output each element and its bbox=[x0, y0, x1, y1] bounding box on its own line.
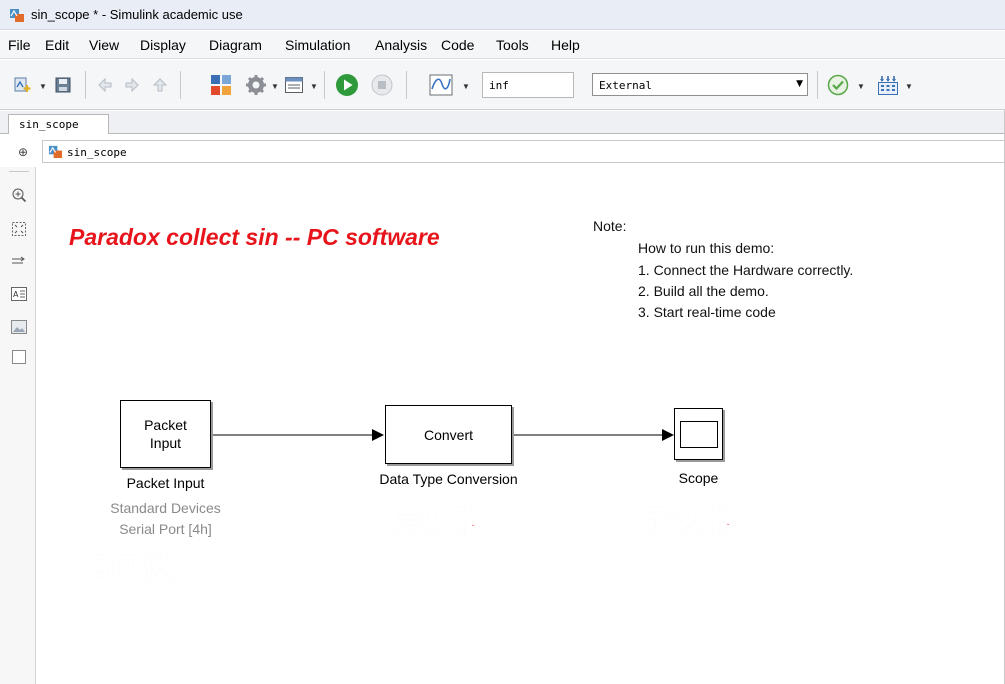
note-step-3: 3. Start real-time code bbox=[638, 304, 776, 320]
run-icon[interactable] bbox=[334, 73, 360, 97]
menu-display[interactable]: Display bbox=[140, 37, 186, 53]
forward-icon[interactable] bbox=[121, 73, 143, 97]
simulation-mode-select[interactable]: External ▼ bbox=[592, 73, 808, 96]
packet-input-text-line2: Input bbox=[149, 435, 182, 451]
model-config-icon[interactable] bbox=[244, 73, 268, 97]
simulink-model-icon bbox=[48, 145, 63, 159]
breadcrumb-model-link[interactable]: sin_scope bbox=[67, 146, 127, 159]
data-type-conversion-block[interactable]: Convert bbox=[385, 405, 512, 464]
toolbar: ▼ ▼ ▼ ▼ inf External ▼ ▼ ▼ bbox=[0, 60, 1005, 110]
build-dropdown-icon[interactable]: ▼ bbox=[905, 82, 913, 91]
model-advisor-dropdown-icon[interactable]: ▼ bbox=[857, 82, 865, 91]
library-browser-icon[interactable] bbox=[209, 73, 233, 97]
packet-input-port-text: Serial Port [4h] bbox=[119, 521, 212, 537]
toolbar-separator bbox=[85, 71, 86, 99]
menu-tools[interactable]: Tools bbox=[496, 37, 529, 53]
new-model-icon[interactable] bbox=[12, 73, 34, 97]
annotation-icon[interactable]: A bbox=[9, 284, 29, 304]
toolbar-separator bbox=[406, 71, 407, 99]
window-title: sin_scope * - Simulink academic use bbox=[31, 7, 243, 22]
toolbar-separator bbox=[817, 71, 818, 99]
note-step-1: 1. Connect the Hardware correctly. bbox=[638, 262, 854, 278]
packet-input-block-name[interactable]: Packet Input bbox=[110, 475, 221, 491]
tab-sin-scope[interactable]: sin_scope bbox=[8, 114, 109, 135]
scope-block[interactable] bbox=[674, 408, 723, 460]
up-icon[interactable] bbox=[149, 73, 171, 97]
packet-input-device-text: Standard Devices bbox=[110, 500, 221, 516]
scope-block-name[interactable]: Scope bbox=[664, 470, 733, 486]
stop-icon[interactable] bbox=[370, 73, 394, 97]
chevron-down-icon: ▼ bbox=[796, 79, 803, 89]
scope-signal-dropdown-icon[interactable]: ▼ bbox=[462, 82, 470, 91]
scope-screen-icon bbox=[679, 420, 718, 448]
palette-divider bbox=[9, 171, 29, 172]
save-icon[interactable] bbox=[52, 73, 74, 97]
stop-time-input[interactable]: inf bbox=[482, 72, 574, 98]
simulink-model-icon bbox=[10, 9, 24, 22]
menu-simulation[interactable]: Simulation bbox=[285, 37, 350, 53]
zoom-icon[interactable] bbox=[9, 185, 29, 205]
back-icon[interactable] bbox=[94, 73, 116, 97]
menu-code[interactable]: Code bbox=[441, 37, 474, 53]
toolbar-separator bbox=[180, 71, 181, 99]
data-type-conversion-block-name[interactable]: Data Type Conversion bbox=[358, 471, 539, 487]
menu-analysis[interactable]: Analysis bbox=[375, 37, 427, 53]
note-heading: How to run this demo: bbox=[638, 240, 775, 256]
breadcrumb: sin_scope bbox=[42, 140, 1005, 163]
area-icon[interactable] bbox=[9, 347, 29, 367]
simulation-mode-value: External bbox=[599, 79, 652, 92]
converter-annotation: 转换器 bbox=[387, 504, 481, 541]
title-bar: sin_scope * - Simulink academic use bbox=[0, 0, 1005, 30]
packet-input-block[interactable]: Packet Input bbox=[120, 400, 211, 468]
menu-edit[interactable]: Edit bbox=[45, 37, 69, 53]
convert-block-text: Convert bbox=[423, 426, 474, 443]
model-config-dropdown-icon[interactable]: ▼ bbox=[271, 82, 279, 91]
oscilloscope-annotation: 示波器 bbox=[642, 503, 736, 540]
model-tab-strip: sin_scope bbox=[0, 111, 1005, 135]
arrow-route-icon[interactable] bbox=[9, 251, 29, 271]
menu-view[interactable]: View bbox=[89, 37, 119, 53]
model-explorer-icon[interactable] bbox=[282, 73, 306, 97]
model-explorer-dropdown-icon[interactable]: ▼ bbox=[310, 82, 318, 91]
left-palette: A bbox=[0, 167, 36, 684]
toolbar-separator bbox=[324, 71, 325, 99]
image-icon[interactable] bbox=[9, 317, 29, 337]
new-model-dropdown-icon[interactable]: ▼ bbox=[39, 82, 47, 91]
svg-text:A: A bbox=[13, 290, 19, 299]
note-label: Note: bbox=[593, 218, 627, 234]
fit-view-icon[interactable] bbox=[9, 219, 29, 239]
canvas-headline-annotation: Paradox collect sin -- PC software bbox=[69, 224, 440, 250]
menu-bar: File Edit View Display Diagram Simulatio… bbox=[0, 31, 1005, 59]
hide-explorer-bar-icon[interactable]: ⊕ bbox=[18, 145, 28, 159]
menu-diagram[interactable]: Diagram bbox=[209, 37, 262, 53]
note-step-2: 2. Build all the demo. bbox=[638, 283, 769, 299]
menu-help[interactable]: Help bbox=[551, 37, 580, 53]
menu-file[interactable]: File bbox=[8, 37, 31, 53]
model-advisor-check-icon[interactable] bbox=[826, 73, 850, 97]
serial-port-setup-annotation: 串口设置 bbox=[79, 550, 204, 587]
packet-input-text-line1: Packet bbox=[144, 417, 187, 433]
scope-signal-icon[interactable] bbox=[428, 73, 454, 97]
build-icon[interactable] bbox=[876, 73, 900, 97]
